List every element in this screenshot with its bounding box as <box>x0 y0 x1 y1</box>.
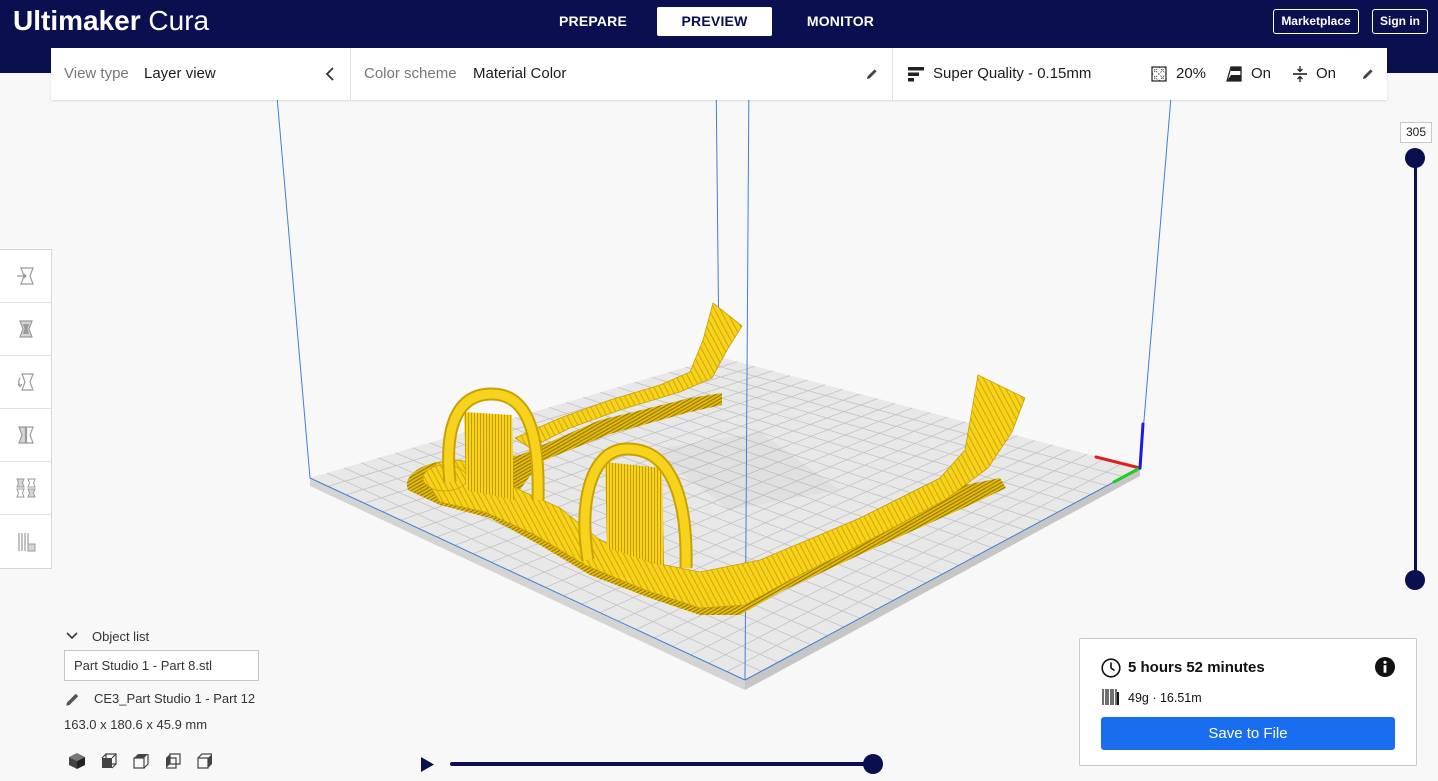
app-logo: Ultimaker Cura <box>13 3 209 39</box>
support-blocker-icon <box>17 532 35 551</box>
per-model-settings-icon <box>15 478 36 498</box>
play-icon[interactable] <box>420 756 435 773</box>
save-to-file-button[interactable]: Save to File <box>1101 717 1395 750</box>
infill-value[interactable]: 20% <box>1176 48 1206 100</box>
print-profile-selector[interactable]: Super Quality - 0.15mm <box>933 48 1091 100</box>
move-tool-button[interactable] <box>0 250 51 303</box>
layer-slider-upper-handle[interactable] <box>1405 148 1425 168</box>
chevron-left-icon[interactable] <box>325 67 335 81</box>
pencil-icon[interactable] <box>1362 68 1374 80</box>
move-tool-icon <box>16 267 34 285</box>
simulation-slider-handle[interactable] <box>863 754 883 774</box>
rotate-tool-button[interactable] <box>0 356 51 409</box>
tool-panel <box>0 249 52 569</box>
layer-number-label[interactable]: 305 <box>1400 122 1432 143</box>
tab-preview[interactable]: PREVIEW <box>657 7 772 36</box>
print-information-panel: 5 hours 52 minutes 49g · 16.51m Save to … <box>1079 638 1417 766</box>
mirror-tool-button[interactable] <box>0 409 51 462</box>
clock-icon <box>1101 658 1121 678</box>
support-blocker-button[interactable] <box>0 515 51 568</box>
sign-in-button[interactable]: Sign in <box>1372 9 1428 34</box>
front-view-icon[interactable] <box>100 752 118 770</box>
object-list-item[interactable]: Part Studio 1 - Part 8.stl <box>64 650 259 681</box>
chevron-down-icon[interactable] <box>66 632 78 640</box>
job-name[interactable]: CE3_Part Studio 1 - Part 12 <box>94 691 255 707</box>
adhesion-value[interactable]: On <box>1316 48 1336 100</box>
pencil-icon[interactable] <box>65 692 80 707</box>
top-view-icon[interactable] <box>132 752 150 770</box>
pencil-icon[interactable] <box>866 68 878 80</box>
model-dimensions: 163.0 x 180.6 x 45.9 mm <box>64 717 208 732</box>
app-logo-product: Cura <box>148 5 210 36</box>
build-volume-edge <box>1139 72 1174 469</box>
marketplace-button[interactable]: Marketplace <box>1273 9 1359 34</box>
per-model-settings-button[interactable] <box>0 462 51 515</box>
info-icon[interactable] <box>1375 657 1395 677</box>
layer-slider-lower-handle[interactable] <box>1405 570 1425 590</box>
model-panel <box>464 412 514 500</box>
3d-view-icon[interactable] <box>68 752 86 770</box>
scale-tool-button[interactable] <box>0 303 51 356</box>
axis-z <box>1138 422 1145 470</box>
rotate-tool-icon <box>17 373 34 391</box>
color-scheme-dropdown[interactable]: Material Color <box>473 48 566 100</box>
color-scheme-label: Color scheme <box>364 65 457 82</box>
simulation-slider-track[interactable] <box>450 762 873 766</box>
layer-slider-track[interactable] <box>1414 158 1417 580</box>
view-settings-bar: View type Layer view Color scheme Materi… <box>51 48 1387 100</box>
material-usage: 49g · 16.51m <box>1128 691 1202 705</box>
object-list-header[interactable]: Object list <box>92 629 149 645</box>
app-logo-brand: Ultimaker <box>13 5 141 36</box>
scale-tool-icon <box>18 320 33 338</box>
divider <box>350 48 351 100</box>
view-type-label: View type <box>64 65 129 82</box>
build-volume-edge <box>274 72 311 479</box>
print-time: 5 hours 52 minutes <box>1128 659 1265 676</box>
view-type-dropdown[interactable]: Layer view <box>144 48 216 100</box>
quality-bars-icon <box>908 67 924 82</box>
filament-icon <box>1102 689 1119 705</box>
divider <box>892 48 893 100</box>
infill-icon <box>1151 66 1167 82</box>
mirror-tool-icon <box>17 426 34 444</box>
support-value[interactable]: On <box>1251 48 1271 100</box>
tab-prepare[interactable]: PREPARE <box>538 7 648 36</box>
tab-monitor[interactable]: MONITOR <box>785 7 896 36</box>
left-view-icon[interactable] <box>164 752 182 770</box>
support-icon <box>1226 66 1242 82</box>
adhesion-icon <box>1293 66 1307 82</box>
right-view-icon[interactable] <box>196 752 214 770</box>
